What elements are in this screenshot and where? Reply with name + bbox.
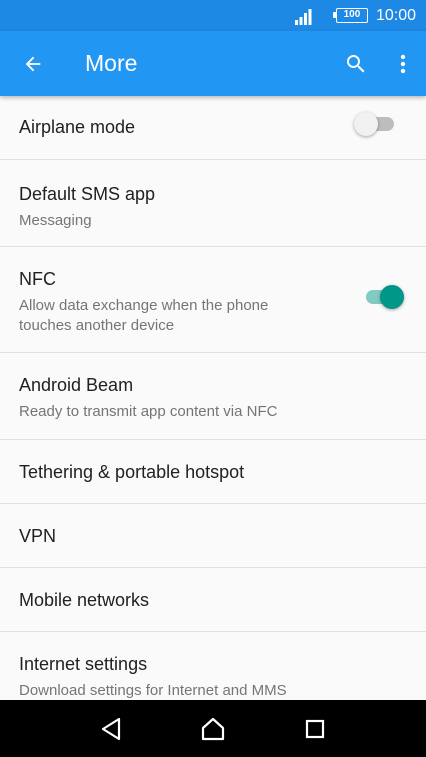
- setting-android-beam[interactable]: Android Beam Ready to transmit app conte…: [0, 353, 426, 440]
- setting-subtitle: Download settings for Internet and MMS: [19, 682, 287, 699]
- search-icon: [347, 54, 365, 72]
- nav-recents-icon: [305, 719, 325, 738]
- setting-default-sms-app[interactable]: Default SMS app Messaging: [0, 160, 426, 247]
- setting-title: Default SMS app: [19, 184, 156, 204]
- back-button[interactable]: [0, 31, 66, 96]
- setting-vpn[interactable]: VPN: [0, 504, 426, 568]
- nav-back-button[interactable]: [91, 709, 131, 749]
- signal-icon: [294, 7, 314, 25]
- navigation-bar: [0, 700, 426, 757]
- nav-back-icon: [101, 717, 121, 740]
- page-title: More: [85, 50, 138, 76]
- app-bar: More: [0, 31, 426, 96]
- setting-title: Internet settings: [19, 654, 148, 674]
- battery-level: 100: [343, 9, 361, 20]
- setting-tethering-hotspot[interactable]: Tethering & portable hotspot: [0, 440, 426, 504]
- battery-icon: 100: [332, 8, 368, 23]
- setting-airplane-mode[interactable]: Airplane mode: [0, 96, 426, 160]
- setting-internet-settings[interactable]: Internet settings Download settings for …: [0, 632, 426, 700]
- switch-thumb: [354, 112, 378, 136]
- setting-title: NFC: [19, 269, 56, 289]
- setting-title: Airplane mode: [19, 117, 136, 137]
- setting-title: Android Beam: [19, 375, 134, 395]
- nav-recents-button[interactable]: [295, 709, 335, 749]
- search-button[interactable]: [332, 31, 380, 96]
- airplane-mode-switch[interactable]: [354, 110, 398, 138]
- nav-home-icon: [201, 717, 225, 740]
- setting-title: Mobile networks: [19, 590, 150, 610]
- switch-thumb: [380, 285, 404, 309]
- setting-mobile-networks[interactable]: Mobile networks: [0, 568, 426, 632]
- clock: 10:00: [375, 6, 416, 24]
- nfc-switch[interactable]: [360, 283, 404, 311]
- setting-subtitle: Ready to transmit app content via NFC: [19, 403, 278, 420]
- settings-list: Airplane mode Default SMS app Messaging …: [0, 96, 426, 700]
- setting-subtitle: Allow data exchange when the phone touch…: [19, 297, 269, 334]
- setting-subtitle: Messaging: [19, 212, 92, 229]
- status-bar: 100 10:00: [0, 0, 426, 31]
- nav-home-button[interactable]: [193, 709, 233, 749]
- setting-nfc[interactable]: NFC Allow data exchange when the phone t…: [0, 247, 426, 353]
- overflow-menu-button[interactable]: [380, 31, 426, 96]
- arrow-back-icon: [25, 56, 41, 71]
- setting-title: Tethering & portable hotspot: [19, 462, 245, 482]
- setting-title: VPN: [19, 526, 57, 546]
- more-vert-icon: [400, 54, 406, 73]
